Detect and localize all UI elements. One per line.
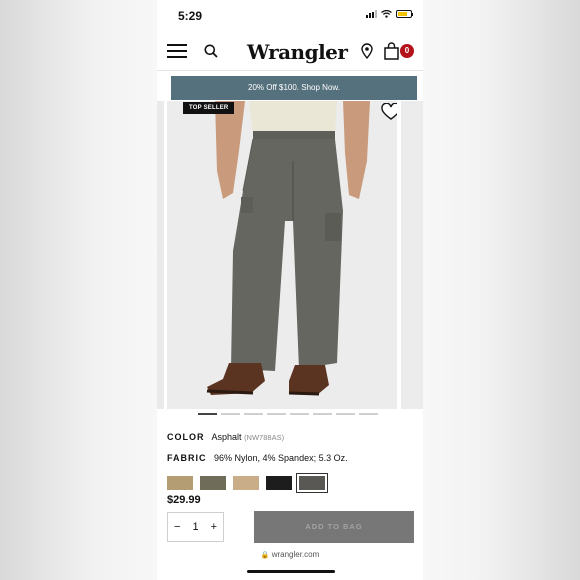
pagination-dot[interactable] (290, 413, 309, 415)
status-bar: 5:29 (157, 0, 423, 32)
next-image-peek[interactable] (401, 101, 423, 409)
color-swatch[interactable] (200, 476, 226, 490)
pagination-dot[interactable] (221, 413, 240, 415)
lock-icon: 🔒 (260, 552, 270, 559)
increase-quantity-button[interactable]: + (211, 521, 217, 533)
product-price: $29.99 (167, 494, 201, 506)
home-indicator[interactable] (247, 570, 335, 573)
color-info: COLOR Asphalt (NW788AS) (167, 432, 284, 442)
signal-icon (366, 10, 377, 18)
phone-screen: 5:29 Wrangler 0 20% Off $100. Shop Now. … (157, 0, 423, 580)
shopping-bag-icon[interactable] (383, 42, 401, 60)
pagination-dot[interactable] (336, 413, 355, 415)
browser-url-bar[interactable]: 🔒 wrangler.com (157, 550, 423, 568)
color-value: Asphalt (211, 432, 242, 442)
pagination-dot[interactable] (267, 413, 286, 415)
wrangler-logo[interactable]: Wrangler (247, 40, 348, 64)
product-gallery[interactable]: TOP SELLER (157, 101, 423, 409)
wifi-icon (381, 10, 392, 18)
promo-banner[interactable]: 20% Off $100. Shop Now. (171, 76, 417, 100)
previous-image-peek (157, 101, 164, 409)
wishlist-heart-icon[interactable] (381, 103, 397, 121)
quantity-value[interactable]: 1 (192, 521, 198, 533)
color-label: COLOR (167, 432, 205, 442)
color-swatch[interactable] (167, 476, 193, 490)
background-right (423, 0, 580, 580)
add-to-bag-button[interactable]: ADD TO BAG (254, 511, 414, 543)
header-divider (157, 70, 423, 71)
fabric-label: FABRIC (167, 453, 207, 463)
fabric-value: 96% Nylon, 4% Spandex; 5.3 Oz. (214, 453, 348, 463)
background-left (0, 0, 157, 580)
search-icon[interactable] (204, 44, 218, 58)
color-swatch-selected[interactable] (296, 473, 328, 493)
url-text[interactable]: wrangler.com (272, 550, 320, 559)
pagination-dot[interactable] (244, 413, 263, 415)
battery-icon (396, 10, 412, 18)
store-locator-icon[interactable] (360, 43, 374, 59)
color-swatch[interactable] (233, 476, 259, 490)
fabric-info: FABRIC 96% Nylon, 4% Spandex; 5.3 Oz. (167, 453, 348, 463)
pagination-dot[interactable] (313, 413, 332, 415)
pants-model-illustration (167, 101, 397, 409)
color-swatches (167, 473, 328, 493)
quantity-stepper: − 1 + (167, 512, 224, 542)
cart-count-badge: 0 (400, 44, 414, 58)
status-icons (366, 10, 413, 18)
gallery-pagination[interactable] (198, 413, 378, 415)
pagination-dot[interactable] (198, 413, 217, 415)
site-header: Wrangler 0 (157, 38, 423, 66)
product-image[interactable]: TOP SELLER (167, 101, 397, 409)
menu-icon[interactable] (167, 44, 187, 58)
color-swatch[interactable] (266, 476, 292, 490)
top-seller-badge: TOP SELLER (183, 102, 235, 114)
decrease-quantity-button[interactable]: − (174, 521, 180, 533)
pagination-dot[interactable] (359, 413, 378, 415)
color-code: (NW788AS) (244, 433, 285, 442)
status-time: 5:29 (178, 9, 203, 23)
